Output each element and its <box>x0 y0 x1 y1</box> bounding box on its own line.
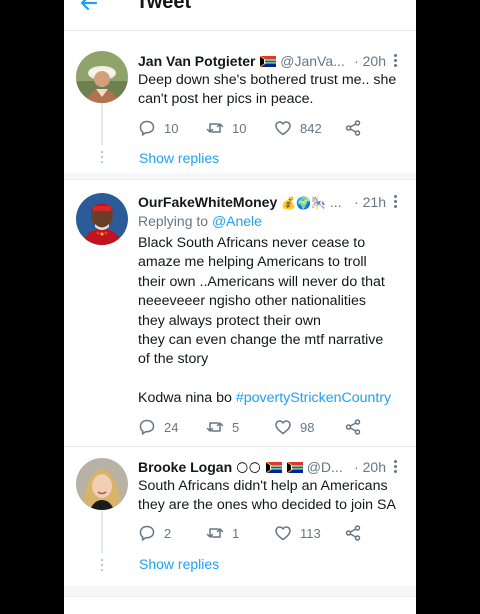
thread-line <box>101 103 103 145</box>
reply-count: 10 <box>164 120 179 136</box>
tweet-text-line: Black South Africans never cease to <box>138 235 366 251</box>
reply-icon <box>139 525 155 541</box>
retweet-button[interactable]: 5 <box>206 417 239 437</box>
timestamp: · 20h <box>351 458 386 476</box>
replying-to-handle[interactable]: @Anele <box>212 213 262 229</box>
timestamp: · 20h <box>351 52 386 70</box>
action-bar: 24 5 98 <box>138 417 368 437</box>
timestamp: · 21h <box>351 193 386 211</box>
reply-tweet[interactable]: Brooke Logan 🌕🌕 @D... · 20h South Africa… <box>64 447 416 583</box>
user-handle: ... <box>329 194 342 210</box>
like-button[interactable]: 98 <box>274 417 314 437</box>
thread-dots <box>100 559 104 574</box>
show-replies-link[interactable]: Show replies <box>139 556 219 572</box>
south-africa-flag-icon <box>260 56 277 67</box>
more-icon[interactable] <box>394 195 398 209</box>
tweet-text-line: of the story <box>138 351 209 368</box>
tweet-detail-screen: Tweet Jan Van Potgieter @JanVa... · 20h … <box>64 0 416 614</box>
top-bar: Tweet <box>64 0 416 30</box>
retweet-button[interactable]: 1 <box>206 523 239 543</box>
display-name[interactable]: Jan Van Potgieter <box>138 53 255 69</box>
like-button[interactable]: 113 <box>274 523 321 543</box>
section-gap <box>64 586 416 596</box>
tweet-text-line <box>138 370 406 389</box>
avatar[interactable] <box>76 458 128 510</box>
tweet-text-line: South Africans didn't help an Americans <box>138 478 388 494</box>
like-button[interactable]: 842 <box>274 118 322 138</box>
tweet-header: OurFakeWhiteMoney 💰🌍🎠 ... · 21h <box>138 193 408 211</box>
tweet-text-line: their own ..Americans will never do that <box>138 273 385 290</box>
avatar[interactable] <box>76 51 128 103</box>
display-name[interactable]: Brooke Logan <box>138 459 232 475</box>
tweet-text-line: they can even change the mtf narrative <box>138 331 384 348</box>
like-icon <box>275 121 291 136</box>
tweet-text-line: Kodwa nina bo #povertyStrickenCountry <box>138 389 406 408</box>
like-count: 842 <box>300 120 322 136</box>
reply-count: 2 <box>164 525 172 541</box>
tweet-text: Black South Africans never cease to amaz… <box>138 234 406 409</box>
like-count: 113 <box>300 525 321 541</box>
user-handle: @D... <box>306 459 343 475</box>
avatar[interactable] <box>76 193 128 245</box>
action-bar: 10 10 842 <box>138 118 368 138</box>
reply-icon <box>139 419 155 435</box>
page-title: Tweet <box>136 0 192 13</box>
share-button[interactable] <box>344 118 362 138</box>
reply-button[interactable]: 10 <box>138 118 178 138</box>
user-handle: @JanVa... <box>280 53 345 69</box>
share-icon <box>345 120 361 136</box>
thread-line <box>101 511 103 553</box>
like-icon <box>275 420 291 435</box>
tweet-text-line: Deep down she's bothered trust me.. she <box>138 72 397 88</box>
action-bar: 2 1 113 <box>138 523 368 543</box>
share-icon <box>345 525 361 541</box>
money-bag-emoji: 💰 <box>281 196 297 210</box>
south-africa-flag-icon <box>265 462 282 473</box>
reply-icon <box>139 120 155 136</box>
tweet-text-line: they are the ones who decided to join SA <box>138 497 396 514</box>
retweet-button[interactable]: 10 <box>206 118 246 138</box>
carousel-emoji: 🎠 <box>311 196 326 210</box>
reply-button[interactable]: 24 <box>138 417 178 437</box>
like-icon <box>275 526 291 541</box>
thread-dots <box>100 151 104 166</box>
reply-button[interactable]: 2 <box>138 523 171 543</box>
retweet-icon <box>206 422 224 432</box>
retweet-count: 1 <box>232 525 240 541</box>
reply-count: 24 <box>164 419 179 435</box>
more-icon[interactable] <box>394 460 398 474</box>
reply-tweet[interactable]: Jan Van Potgieter @JanVa... · 20h Deep d… <box>64 31 416 173</box>
tweet-text-line: amaze me helping Americans to troll <box>138 254 367 271</box>
tweet-text: South Africans didn't help an Americans … <box>138 477 406 516</box>
sparkle-emoji: 🌕 <box>248 461 262 475</box>
retweet-count: 5 <box>232 419 240 435</box>
replying-to: Replying to @Anele <box>138 213 262 229</box>
tweet-header: Brooke Logan 🌕🌕 @D... · 20h <box>138 458 408 476</box>
show-replies-link[interactable]: Show replies <box>139 150 219 166</box>
share-button[interactable] <box>344 417 362 437</box>
like-count: 98 <box>300 419 315 435</box>
retweet-icon <box>206 528 224 538</box>
retweet-icon <box>206 123 224 133</box>
tweet-text-line: they always protect their own <box>138 312 321 329</box>
reply-tweet[interactable]: OurFakeWhiteMoney 💰🌍🎠 ... · 21h Replying… <box>64 180 416 450</box>
tweet-text-fragment: Kodwa nina bo <box>138 390 236 407</box>
more-icon[interactable] <box>394 54 398 68</box>
tweet-text-line: neeeveeer ngisho other nationalities <box>138 293 366 310</box>
replying-to-label: Replying to <box>138 213 209 229</box>
back-arrow-icon[interactable] <box>78 0 100 14</box>
share-icon <box>345 419 361 435</box>
retweet-count: 10 <box>232 120 247 136</box>
display-name[interactable]: OurFakeWhiteMoney <box>138 194 277 210</box>
share-button[interactable] <box>344 523 362 543</box>
south-africa-flag-icon <box>286 462 303 473</box>
sparkle-emoji: 🌕 <box>236 461 249 475</box>
tweet-text-line: can't post her pics in peace. <box>138 91 314 108</box>
globe-emoji: 🌍 <box>296 196 312 210</box>
hashtag-link[interactable]: #povertyStrickenCountry <box>236 390 391 406</box>
tweet-text: Deep down she's bothered trust me.. she … <box>138 71 406 110</box>
tweet-header: Jan Van Potgieter @JanVa... · 20h <box>138 52 408 70</box>
divider <box>64 596 416 597</box>
